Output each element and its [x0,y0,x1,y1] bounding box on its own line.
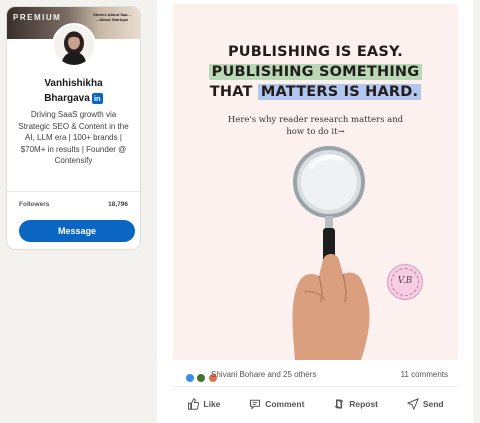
post-card: PUBLISHING IS EASY. PUBLISHING SOMETHING… [157,0,473,423]
repost-icon [334,399,344,409]
headline-that: THAT [209,84,258,100]
social-counts: Shivani Bohare and 25 others 11 comments [173,366,458,384]
like-reaction-icon [185,372,195,383]
vb-logo-stamp: V.B [387,264,423,300]
reactors-link[interactable]: Shivani Bohare and 25 others [211,370,316,379]
profile-name-last: Bhargava [44,93,90,104]
like-button[interactable]: Like [187,398,220,410]
post-headline-line-2: PUBLISHING SOMETHING [173,64,458,80]
stamp-text: V.B [397,276,413,286]
linkedin-premium-icon: in [91,92,103,104]
send-label: Send [422,399,444,409]
post-image[interactable]: PUBLISHING IS EASY. PUBLISHING SOMETHING… [173,4,458,360]
like-label: Like [203,399,221,409]
avatar[interactable] [52,23,96,67]
message-button[interactable]: Message [19,220,135,242]
post-headline-line-3: THAT MATTERS IS HARD. [173,84,458,100]
post-subtext: Here's why reader research matters and h… [227,115,404,137]
comments-count-link[interactable]: 11 comments [401,370,448,379]
divider [7,191,140,192]
highlight-blue: MATTERS IS HARD. [257,84,422,100]
followers-count: 18,796 [108,201,128,208]
profile-name-first: Vanhishikha [44,78,103,89]
send-button[interactable]: Send [407,398,444,410]
banner-note: Stories About Saa... ...About Startups [93,12,131,22]
followers-label: Followers [19,201,50,208]
comment-icon [250,399,261,410]
send-icon [407,398,419,410]
highlight-green: PUBLISHING SOMETHING [208,64,423,80]
action-divider [173,386,458,387]
avatar-image [54,25,94,65]
profile-headline: Driving SaaS growth via Strategic SEO & … [18,110,129,165]
post-headline-line-1: PUBLISHING IS EASY. [227,44,403,60]
profile-card: PREMIUM Stories About Saa... ...About St… [7,7,140,249]
celebrate-reaction-icon [196,372,207,383]
magnifying-glass-hand-illustration [292,146,370,360]
repost-label: Repost [349,399,379,409]
repost-button[interactable]: Repost [333,398,378,410]
comment-button[interactable]: Comment [249,398,304,410]
comment-label: Comment [265,399,305,409]
premium-badge: PREMIUM [13,13,62,22]
profile-name[interactable]: Vanhishikha Bhargava in [7,76,140,106]
thumbs-up-icon [188,398,200,410]
post-actions: Like Comment Repost Send [173,393,458,415]
